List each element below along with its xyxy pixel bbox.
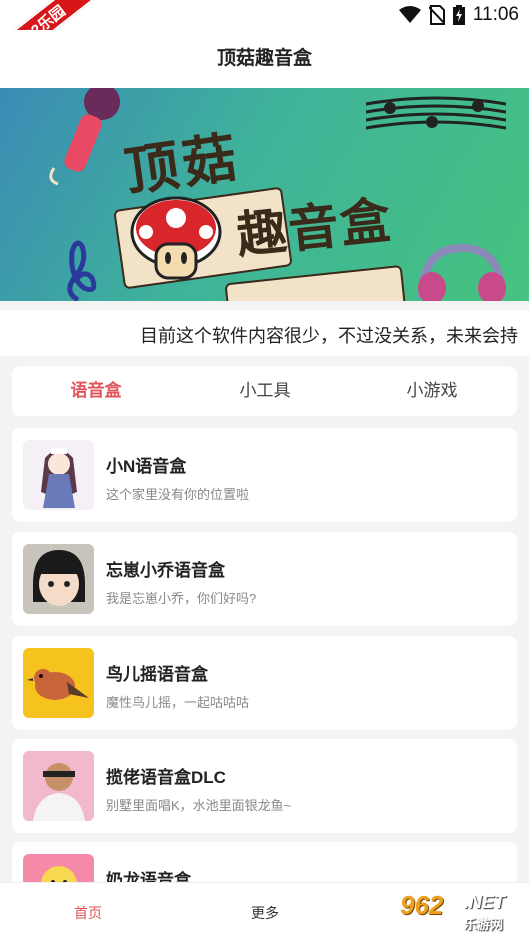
site-watermark: 962 .NET 乐游网 bbox=[388, 880, 529, 940]
item-thumbnail bbox=[23, 751, 94, 821]
item-thumbnail bbox=[23, 440, 94, 510]
tab-games[interactable]: 小游戏 bbox=[372, 366, 492, 416]
anime-girl-avatar bbox=[41, 448, 77, 508]
item-subtitle: 别墅里面唱K，水池里面银龙鱼~ bbox=[106, 798, 292, 813]
girl-avatar bbox=[33, 550, 85, 606]
wifi-icon bbox=[398, 6, 421, 23]
treble-clef-icon bbox=[67, 240, 97, 301]
list-item[interactable]: 小N语音盒 这个家里没有你的位置啦 bbox=[12, 428, 517, 522]
headphones-icon bbox=[418, 243, 506, 301]
item-thumbnail bbox=[23, 648, 94, 718]
category-tabs: 语音盒 小工具 小游戏 bbox=[12, 366, 517, 416]
battery-charging-icon bbox=[452, 5, 465, 25]
banner[interactable]: 顶菇 趣音盒 bbox=[0, 88, 529, 301]
status-icons: 11:06 bbox=[398, 4, 519, 26]
item-title: 鸟儿摇语音盒 bbox=[106, 665, 208, 684]
list-item[interactable]: 揽佬语音盒DLC 别墅里面唱K，水池里面银龙鱼~ bbox=[12, 739, 517, 833]
nav-more[interactable]: 更多 bbox=[251, 903, 279, 923]
watermark-number: 962 bbox=[400, 890, 444, 920]
list-item[interactable]: 忘崽小乔语音盒 我是忘崽小乔，你们好吗? bbox=[12, 532, 517, 626]
bird-avatar bbox=[27, 669, 89, 700]
announcement-marquee: 目前这个软件内容很少，不过没关系，未来会持 bbox=[0, 310, 529, 356]
music-notes-icon bbox=[366, 96, 506, 130]
no-sim-icon bbox=[428, 5, 445, 25]
mushroom-icon bbox=[130, 196, 222, 280]
page-title: 顶菇趣音盒 bbox=[0, 30, 529, 88]
man-avatar bbox=[23, 751, 94, 821]
tab-tools[interactable]: 小工具 bbox=[205, 366, 325, 416]
tab-voice-box[interactable]: 语音盒 bbox=[36, 366, 156, 416]
nav-home[interactable]: 首页 bbox=[74, 903, 102, 923]
banner-title-line2: 趣音盒 bbox=[233, 189, 396, 265]
list-item[interactable]: 鸟儿摇语音盒 魔性鸟儿摇，一起咕咕咕 bbox=[12, 636, 517, 730]
item-subtitle: 魔性鸟儿摇，一起咕咕咕 bbox=[106, 695, 250, 710]
clock: 11:06 bbox=[472, 4, 519, 25]
item-title: 忘崽小乔语音盒 bbox=[106, 561, 225, 580]
item-title: 小N语音盒 bbox=[106, 457, 187, 476]
item-subtitle: 这个家里没有你的位置啦 bbox=[106, 487, 250, 502]
item-thumbnail bbox=[23, 544, 94, 614]
watermark-suffix: .NET bbox=[464, 892, 506, 912]
item-subtitle: 我是忘崽小乔，你们好吗? bbox=[106, 591, 257, 606]
announcement-text: 目前这个软件内容很少，不过没关系，未来会持 bbox=[140, 326, 518, 346]
watermark-caption: 乐游网 bbox=[464, 917, 504, 932]
item-title: 揽佬语音盒DLC bbox=[106, 768, 226, 787]
microphone-icon bbox=[49, 88, 120, 186]
